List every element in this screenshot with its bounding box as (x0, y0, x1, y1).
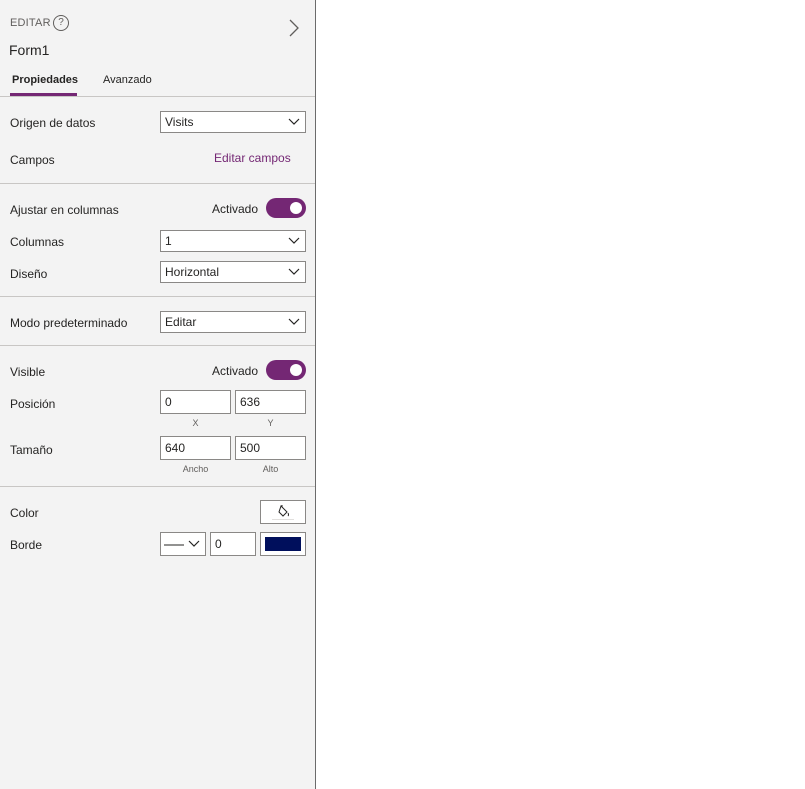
design-value: Horizontal (165, 265, 220, 279)
chevron-down-icon (288, 268, 300, 275)
chevron-down-icon (288, 237, 300, 244)
position-x-input[interactable]: 0 (160, 390, 231, 414)
y-caption: Y (267, 418, 274, 428)
visible-toggle[interactable] (266, 360, 306, 380)
size-label: Tamaño (10, 443, 53, 457)
toggle-knob (290, 202, 302, 214)
default-mode-label: Modo predeterminado (10, 316, 128, 330)
width-caption: Ancho (182, 464, 209, 474)
solid-line-icon (164, 544, 184, 546)
mode-label: EDITAR (10, 17, 51, 29)
divider (0, 296, 315, 297)
data-source-select[interactable]: Visits (160, 111, 306, 133)
properties-panel: EDITAR ? Form1 Propiedades Avanzado Orig… (0, 0, 316, 789)
visible-label: Visible (10, 365, 46, 379)
chevron-right-icon[interactable] (286, 18, 302, 38)
default-mode-value: Editar (165, 315, 197, 329)
divider (0, 96, 315, 97)
design-label: Diseño (10, 267, 48, 281)
border-color-swatch (265, 537, 301, 551)
border-width-input[interactable]: 0 (210, 532, 256, 556)
position-y-input[interactable]: 636 (235, 390, 306, 414)
chevron-down-icon (288, 318, 300, 325)
edit-fields-link[interactable]: Editar campos (214, 151, 291, 165)
form-name: Form1 (9, 42, 50, 58)
color-label: Color (10, 506, 39, 520)
width-input[interactable]: 640 (160, 436, 231, 460)
paint-bucket-icon (278, 505, 289, 517)
snap-state-text: Activado (212, 202, 259, 216)
border-color-picker[interactable] (260, 532, 306, 556)
default-mode-select[interactable]: Editar (160, 311, 306, 333)
fields-label: Campos (10, 153, 55, 167)
height-caption: Alto (262, 464, 279, 474)
divider (0, 183, 315, 184)
chevron-down-icon (288, 118, 300, 125)
fill-color-picker[interactable] (260, 500, 306, 524)
data-source-label: Origen de datos (10, 116, 96, 130)
fill-color-bar (272, 519, 294, 522)
design-select[interactable]: Horizontal (160, 261, 306, 283)
border-style-select[interactable] (160, 532, 206, 556)
toggle-knob (290, 364, 302, 376)
divider (0, 486, 315, 487)
border-label: Borde (10, 538, 43, 552)
columns-label: Columnas (10, 235, 65, 249)
x-caption: X (192, 418, 199, 428)
help-icon[interactable]: ? (53, 15, 69, 31)
visible-state-text: Activado (212, 364, 259, 378)
snap-columns-toggle[interactable] (266, 198, 306, 218)
columns-value: 1 (165, 234, 172, 248)
chevron-down-icon (188, 540, 200, 547)
tab-properties[interactable]: Propiedades (12, 74, 78, 86)
data-source-value: Visits (165, 115, 194, 129)
tab-advanced[interactable]: Avanzado (103, 74, 152, 86)
position-label: Posición (10, 397, 56, 411)
height-input[interactable]: 500 (235, 436, 306, 460)
snap-columns-label: Ajustar en columnas (10, 203, 119, 217)
divider (0, 345, 315, 346)
columns-select[interactable]: 1 (160, 230, 306, 252)
